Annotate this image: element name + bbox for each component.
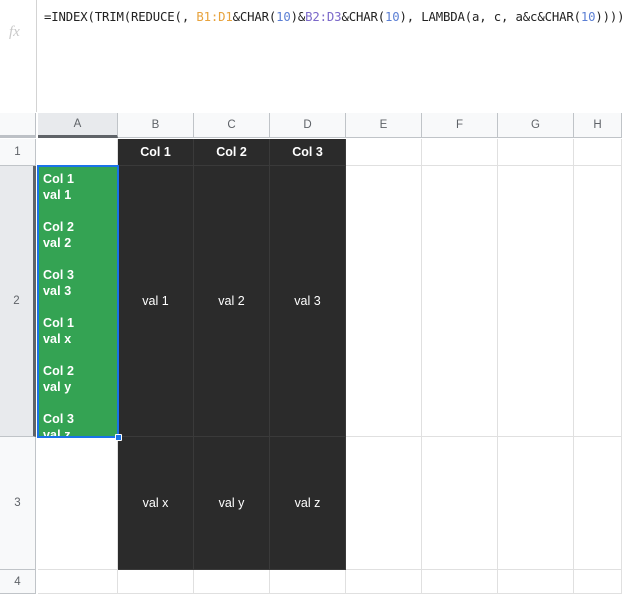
column-header-label: C	[227, 119, 236, 131]
cell-D1[interactable]: Col 3	[270, 139, 346, 166]
cell-A4[interactable]	[38, 570, 118, 594]
cell-G4[interactable]	[498, 570, 574, 594]
column-header-label: G	[531, 119, 540, 131]
column-header-label: D	[303, 119, 312, 131]
cell-B3[interactable]: val x	[118, 437, 194, 570]
spreadsheet-grid: A B C D E F G H 1 2 3 4 Col 1 Col 2 Col 3 val 1 val 2 v…	[0, 113, 622, 594]
formula-bar: fx =INDEX(TRIM(REDUCE(, B1:D1&CHAR(10)&B…	[0, 0, 622, 113]
cell-value: Col 2	[216, 145, 247, 159]
formula-token-2: &CHAR(	[232, 10, 277, 24]
cell-value: val 1	[142, 294, 169, 308]
cell-H3[interactable]	[574, 437, 622, 570]
formula-token-1: B1:D1	[196, 10, 233, 24]
cell-E3[interactable]	[346, 437, 422, 570]
cell-C4[interactable]	[194, 570, 270, 594]
cell-A2[interactable]: Col 1 val 1 Col 2 val 2 Col 3 val 3 Col …	[38, 166, 118, 437]
cell-B4[interactable]	[118, 570, 194, 594]
cell-F2[interactable]	[422, 166, 498, 437]
row-header-1[interactable]: 1	[0, 139, 36, 166]
cell-G1[interactable]	[498, 139, 574, 166]
cell-C3[interactable]: val y	[194, 437, 270, 570]
formula-token-4: )&	[290, 10, 306, 24]
cell-A1[interactable]	[38, 139, 118, 166]
row-header-label: 4	[14, 575, 21, 588]
column-header-B[interactable]: B	[118, 113, 194, 138]
column-header-label: H	[593, 119, 602, 131]
row-header-3[interactable]: 3	[0, 437, 36, 570]
cell-value: val 2	[218, 294, 245, 308]
cell-D4[interactable]	[270, 570, 346, 594]
fx-button[interactable]: fx	[0, 0, 36, 113]
cell-G3[interactable]	[498, 437, 574, 570]
column-header-D[interactable]: D	[270, 113, 346, 138]
cell-D2[interactable]: val 3	[270, 166, 346, 437]
cell-F4[interactable]	[422, 570, 498, 594]
cell-C1[interactable]: Col 2	[194, 139, 270, 166]
column-header-label: F	[455, 119, 464, 131]
select-all-corner[interactable]	[0, 113, 36, 138]
cell-H1[interactable]	[574, 139, 622, 166]
fx-icon: fx	[9, 24, 20, 40]
cell-D3[interactable]: val z	[270, 437, 346, 570]
cell-E2[interactable]	[346, 166, 422, 437]
cell-value: val y	[218, 496, 245, 510]
row-header-label: 1	[14, 146, 21, 158]
column-header-label: B	[151, 119, 160, 131]
column-header-C[interactable]: C	[194, 113, 270, 138]
cell-H2[interactable]	[574, 166, 622, 437]
cell-C2[interactable]: val 2	[194, 166, 270, 437]
column-header-A[interactable]: A	[38, 113, 118, 138]
cell-value: val z	[294, 496, 321, 510]
cell-E1[interactable]	[346, 139, 422, 166]
column-header-label: E	[379, 119, 388, 131]
column-header-E[interactable]: E	[346, 113, 422, 138]
formula-token-0: =INDEX(TRIM(REDUCE(,	[44, 10, 197, 24]
cell-value: val 3	[294, 294, 321, 308]
formula-input[interactable]: =INDEX(TRIM(REDUCE(, B1:D1&CHAR(10)&B2:D…	[44, 7, 622, 27]
cell-F3[interactable]	[422, 437, 498, 570]
cell-value: Col 3	[292, 145, 323, 159]
formula-token-7: 10	[384, 10, 400, 24]
cell-G2[interactable]	[498, 166, 574, 437]
row-header-label: 3	[14, 497, 21, 509]
cell-value: Col 1	[140, 145, 171, 159]
cell-B2[interactable]: val 1	[118, 166, 194, 437]
formula-bar-divider	[36, 0, 37, 113]
cell-F1[interactable]	[422, 139, 498, 166]
formula-token-6: &CHAR(	[341, 10, 385, 24]
cell-B1[interactable]: Col 1	[118, 139, 194, 166]
row-header-2[interactable]: 2	[0, 166, 36, 437]
formula-token-8: ), LAMBDA(a, c, a&c&CHAR(	[399, 10, 581, 24]
formula-token-3: 10	[276, 10, 291, 24]
column-headers: A B C D E F G H	[38, 113, 622, 138]
row-header-4[interactable]: 4	[0, 570, 36, 594]
formula-token-9: 10	[580, 10, 596, 24]
formula-token-5: B2:D3	[305, 10, 342, 24]
cell-H4[interactable]	[574, 570, 622, 594]
cell-E4[interactable]	[346, 570, 422, 594]
column-header-F[interactable]: F	[422, 113, 498, 138]
selection-fill-handle[interactable]	[115, 434, 122, 441]
cell-value: val x	[142, 496, 169, 510]
cell-A3[interactable]	[38, 437, 118, 570]
row-header-label: 2	[13, 295, 20, 307]
formula-token-10: )))))	[595, 10, 622, 24]
column-header-G[interactable]: G	[498, 113, 574, 138]
column-header-label: A	[73, 118, 82, 130]
column-header-H[interactable]: H	[574, 113, 622, 138]
